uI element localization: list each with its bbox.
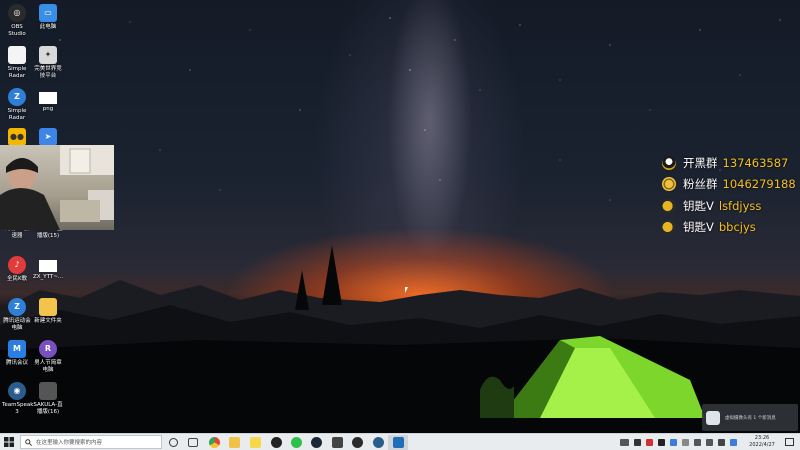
keyboard-icon[interactable]: [620, 439, 629, 446]
mountain-landscape: [0, 245, 800, 433]
overlay-value: bbcjys: [718, 220, 756, 235]
desktop-icon-label: 此电脑: [39, 24, 57, 30]
tray-app-icon[interactable]: [634, 439, 641, 446]
zip-icon: Z: [8, 298, 26, 316]
notification-toast[interactable]: 虚拟摄像头有 1 个新消息: [702, 404, 798, 431]
wechat-icon[interactable]: [291, 437, 302, 448]
taskbar-search-box[interactable]: 在这里输入你要搜索的内容: [20, 435, 162, 449]
steam-icon[interactable]: [311, 437, 322, 448]
cortana-icon[interactable]: [169, 438, 178, 447]
toast-text: 虚拟摄像头有 1 个新消息: [725, 415, 776, 421]
computer-icon: ▭: [39, 4, 57, 22]
file-explorer-icon[interactable]: [229, 437, 240, 448]
desktop-icon-label: Simple Radar: [7, 66, 27, 79]
teamspeak-icon: ◉: [8, 382, 26, 400]
webcam-image: [0, 145, 114, 230]
action-center-icon[interactable]: [785, 438, 794, 446]
webcam-feed: [0, 145, 114, 230]
desktop-icon-tencent-sports[interactable]: Z 腾讯运动会电脑: [2, 298, 32, 331]
overlay-value: 137463587: [722, 155, 789, 170]
desktop-icon-ksong[interactable]: ♪ 全民K歌: [2, 256, 32, 283]
sakula-icon: [39, 382, 57, 400]
desktop-icon-tencent-meeting[interactable]: M 腾讯会议: [2, 340, 32, 367]
desktop-icon-teamspeak[interactable]: ◉ TeamSpeak 3: [2, 382, 34, 415]
desktop-icon-label: 男人节简章电脑: [34, 360, 62, 373]
owl-icon: ●●: [8, 128, 26, 146]
image-file-icon: [39, 92, 57, 104]
desktop-icon-rar[interactable]: R 男人节简章电脑: [33, 340, 63, 373]
overlay-label: 钥匙V: [683, 198, 714, 213]
task-view-icon[interactable]: [188, 438, 198, 447]
overlay-row-weibo-1: 钥匙V lsfdjyss: [662, 195, 800, 217]
taskbar-clock[interactable]: 23:26 2022/4/27: [742, 435, 782, 449]
overlay-row-weibo-2: 钥匙V bbcjys: [662, 217, 800, 239]
desktop-icon-label: TeamSpeak 3: [2, 402, 34, 415]
app-icon[interactable]: [393, 437, 404, 448]
obs-icon: ◎: [8, 4, 26, 22]
rar-icon: R: [39, 340, 57, 358]
search-placeholder: 在这里输入你要搜索的内容: [36, 440, 103, 446]
tray-app-icon[interactable]: [646, 439, 653, 446]
desktop-icon-simple-radar-file[interactable]: Simple Radar: [2, 46, 32, 79]
weibo-icon: [662, 198, 676, 213]
overlay-value: lsfdjyss: [718, 198, 762, 213]
sticky-notes-icon[interactable]: [250, 437, 261, 448]
desktop-icon-perfect-world[interactable]: ✦ 完美世界竞技平台: [33, 46, 63, 79]
taskbar: 在这里输入你要搜索的内容 23:26 2022/4/27: [0, 433, 800, 450]
stream-info-overlay: 开黑群 137463587 粉丝群 1046279188 钥匙V lsfdjys…: [662, 152, 800, 238]
volume-icon[interactable]: [706, 439, 713, 446]
tencent-meeting-icon: M: [8, 340, 26, 358]
network-icon[interactable]: [694, 439, 701, 446]
fan-group-icon: [662, 177, 676, 192]
desktop-icon-label: png: [42, 106, 54, 112]
search-icon: [25, 438, 32, 446]
overlay-row-group: 开黑群 137463587: [662, 152, 800, 174]
overlay-row-fan-group: 粉丝群 1046279188: [662, 174, 800, 196]
perfectworld-icon: ✦: [39, 46, 57, 64]
desktop-icon-label: SAKULA-直播版(16): [33, 402, 63, 415]
desktop-icon-new-folder[interactable]: 新建文件夹: [33, 298, 63, 325]
desktop-icon-this-pc[interactable]: ▭ 此电脑: [33, 4, 63, 31]
desktop-icon-simple-radar-zip[interactable]: Z Simple Radar: [2, 88, 32, 121]
teamspeak-icon[interactable]: [373, 437, 384, 448]
qq-penguin-icon: [662, 155, 676, 170]
desktop-icon-label: Simple Radar: [7, 108, 27, 121]
desktop-icon-label: 全民K歌: [6, 276, 28, 282]
obs-icon[interactable]: [352, 437, 363, 448]
qq-icon[interactable]: [271, 437, 282, 448]
windows-start-icon[interactable]: [4, 437, 14, 447]
desktop-icon-label: 完美世界竞技平台: [34, 66, 62, 79]
desktop-icon-label: OBS Studio: [8, 24, 26, 37]
folder-icon: [39, 298, 57, 316]
clock-time: 23:26: [754, 435, 770, 441]
desktop-icon-label: 新建文件夹: [34, 318, 62, 324]
overlay-value: 1046279188: [722, 177, 796, 192]
overlay-label: 开黑群: [683, 155, 718, 170]
clock-date: 2022/4/27: [749, 442, 775, 448]
overlay-label: 粉丝群: [683, 177, 718, 192]
chrome-icon[interactable]: [209, 437, 220, 448]
file-icon: [8, 46, 26, 64]
camera-icon: [706, 410, 720, 425]
tray-app-icon[interactable]: [658, 439, 665, 446]
tray-app-icon[interactable]: [670, 439, 677, 446]
game-icon[interactable]: [332, 437, 343, 448]
weibo-icon: [662, 220, 676, 235]
blank-file-icon: [39, 260, 57, 272]
desktop-icon-obs[interactable]: ◎ OBS Studio: [2, 4, 32, 37]
mouse-cursor: [405, 287, 408, 293]
zip-icon: Z: [8, 88, 26, 106]
overlay-label: 钥匙V: [683, 220, 714, 235]
desktop-icon-label: 腾讯会议: [5, 360, 28, 366]
ksong-icon: ♪: [8, 256, 26, 274]
bird-icon: ➤: [39, 128, 57, 146]
desktop-icon-sakula-16[interactable]: SAKULA-直播版(16): [33, 382, 63, 415]
desktop-icon-png[interactable]: png: [33, 88, 63, 113]
desktop-icon-zx-file[interactable]: ZX_YTT~...: [33, 256, 63, 281]
desktop-icon-label: ZX_YTT~...: [33, 274, 64, 280]
ime-icon[interactable]: [718, 439, 725, 446]
desktop-icon-label: 腾讯运动会电脑: [3, 318, 31, 331]
tray-app-icon[interactable]: [730, 439, 737, 446]
chevron-up-icon[interactable]: [682, 439, 689, 446]
